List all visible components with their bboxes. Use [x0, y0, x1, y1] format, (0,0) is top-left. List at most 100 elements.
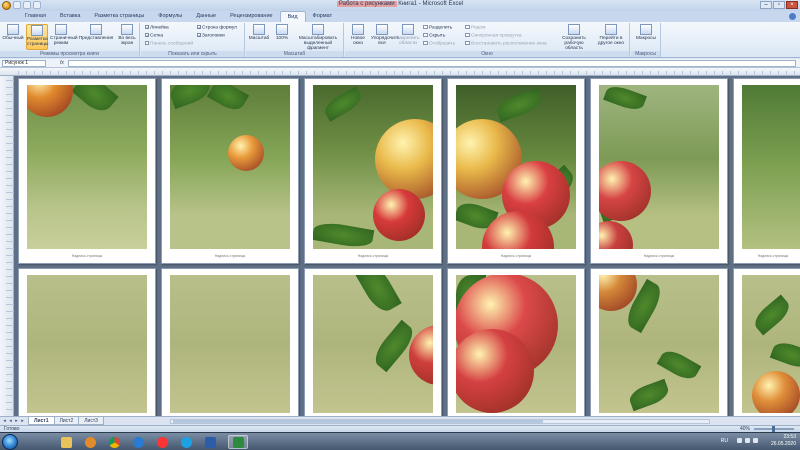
tab-data[interactable]: Данные — [189, 11, 223, 22]
window-title: Работа с рисунками Книга1 - Microsoft Ex… — [0, 1, 800, 7]
zoom-selection-icon — [312, 24, 324, 35]
taskbar-skype[interactable] — [176, 435, 196, 449]
page-layout-view-button[interactable]: Разметка страницы — [26, 24, 48, 50]
sheet-tab-2[interactable]: Лист2 — [53, 417, 80, 425]
save-workspace-button[interactable]: Сохранить рабочую область — [557, 24, 591, 51]
headings-checkbox[interactable]: ✓Заголовки — [197, 33, 225, 38]
taskbar-media-player[interactable] — [80, 435, 100, 449]
photo-fragment[interactable] — [742, 275, 800, 413]
name-box[interactable]: Рисунок 1 — [2, 60, 46, 67]
normal-view-button[interactable]: Обычный — [2, 24, 24, 50]
sync-scroll-icon — [465, 33, 470, 37]
photo-fragment[interactable] — [27, 85, 147, 249]
ribbon: Обычный Разметка страницы Страничный реж… — [0, 22, 800, 58]
close-button[interactable]: × — [786, 1, 798, 9]
sheet-tab-1[interactable]: Лист1 — [28, 417, 55, 425]
taskbar-word[interactable] — [200, 435, 220, 449]
normal-view-icon — [7, 24, 19, 35]
zoom-button[interactable]: Масштаб — [248, 24, 270, 50]
unhide-icon — [423, 41, 428, 45]
photo-fragment[interactable] — [313, 85, 433, 249]
prev-sheet-icon[interactable]: ◂ — [8, 418, 13, 424]
flag-icon[interactable] — [753, 438, 758, 443]
tab-review[interactable]: Рецензирование — [223, 11, 279, 22]
freeze-panes-button[interactable]: Закрепить области — [395, 24, 421, 50]
tab-format[interactable]: Формат — [306, 11, 340, 22]
taskbar-chrome[interactable] — [104, 435, 124, 449]
arrange-all-button[interactable]: Упорядочить все — [371, 24, 400, 50]
printed-page: Надпись страницы — [590, 268, 728, 416]
ruler-checkbox[interactable]: ✓Линейка — [145, 25, 169, 30]
taskbar-edge[interactable] — [128, 435, 148, 449]
hide-button[interactable]: Скрыть — [423, 33, 445, 38]
photo-fragment[interactable] — [456, 85, 576, 249]
photo-fragment[interactable] — [599, 275, 719, 413]
group-show-hide: ✓Линейка ✓Сетка Панель сообщений ✓Строка… — [141, 23, 245, 57]
split-button[interactable]: Разделить — [423, 25, 452, 30]
page-label: Надпись страницы — [71, 254, 103, 258]
network-icon[interactable] — [737, 438, 742, 443]
custom-views-button[interactable]: Представления — [78, 24, 114, 50]
page-break-view-button[interactable]: Страничный режим — [50, 24, 78, 50]
next-sheet-icon[interactable]: ▸ — [14, 418, 19, 424]
tab-home[interactable]: Главная — [18, 11, 53, 22]
fruit-shape — [228, 135, 264, 171]
zoom-selection-button[interactable]: Масштабировать выделенный фрагмент — [294, 24, 342, 51]
taskbar-excel[interactable] — [228, 435, 248, 449]
photo-fragment[interactable] — [599, 85, 719, 249]
photo-fragment[interactable] — [313, 275, 433, 413]
side-by-side-button[interactable]: Рядом — [465, 25, 485, 30]
minimize-button[interactable]: – — [760, 1, 772, 9]
tab-insert[interactable]: Вставка — [53, 11, 87, 22]
last-sheet-icon[interactable]: ▸ — [20, 418, 25, 424]
clock-date: 26.05.2020 — [770, 441, 796, 447]
clock[interactable]: 23:53 26.05.2020 — [771, 434, 796, 448]
reset-position-button[interactable]: Восстановить расположение окна — [465, 41, 547, 46]
unhide-button[interactable]: Отобразить — [423, 41, 455, 46]
worksheet-area[interactable]: Надпись страницы Надпись страницы Надпись … — [0, 68, 800, 416]
first-sheet-icon[interactable]: ◂ — [2, 418, 7, 424]
tab-view[interactable]: Вид — [279, 11, 306, 22]
page-layout-label: Разметка страницы — [27, 37, 49, 47]
horizontal-scrollbar[interactable] — [170, 419, 710, 424]
sync-scroll-button[interactable]: Синхронная прокрутка — [465, 33, 522, 38]
zoom-slider[interactable] — [754, 426, 794, 432]
photo-fragment[interactable] — [27, 275, 147, 413]
language-indicator[interactable]: RU — [721, 438, 728, 444]
photo-fragment[interactable] — [170, 85, 290, 249]
new-window-button[interactable]: Новое окно — [347, 24, 369, 50]
function-icon[interactable]: fx — [60, 60, 64, 66]
printed-page: Надпись страницы — [447, 268, 585, 416]
volume-icon[interactable] — [745, 438, 750, 443]
scrollbar-thumb[interactable] — [173, 420, 543, 423]
message-bar-checkbox[interactable]: Панель сообщений — [145, 41, 193, 46]
macros-button[interactable]: Макросы — [635, 24, 657, 50]
grid-checkbox[interactable]: ✓Сетка — [145, 33, 163, 38]
taskbar-explorer[interactable] — [56, 435, 76, 449]
switch-windows-button[interactable]: Перейти в другое окно — [595, 24, 627, 50]
formula-input[interactable] — [68, 60, 796, 67]
photo-fragment[interactable] — [170, 275, 290, 413]
tab-formulas[interactable]: Формулы — [151, 11, 189, 22]
formula-bar-checkbox[interactable]: ✓Строка формул — [197, 25, 237, 30]
page-label: Надпись страницы — [214, 254, 246, 258]
sheet-tab-3[interactable]: Лист3 — [78, 417, 104, 425]
ribbon-tabs: Главная Вставка Разметка страницы Формул… — [0, 11, 800, 22]
tab-page-layout[interactable]: Разметка страницы — [87, 11, 151, 22]
leaf-shape — [354, 275, 402, 317]
photo-fragment[interactable] — [456, 275, 576, 413]
full-screen-button[interactable]: Во весь экран — [116, 24, 138, 50]
leaf-shape — [321, 86, 365, 122]
sheet-tab-bar: ◂ ◂ ▸ ▸ Лист1 Лист2 Лист3 — [0, 416, 800, 425]
macros-icon — [640, 24, 652, 35]
zoom-100-button[interactable]: 100% — [271, 24, 293, 50]
custom-views-label: Представления — [78, 36, 114, 41]
leaf-shape — [313, 219, 375, 249]
start-button[interactable] — [2, 434, 18, 450]
switch-windows-icon — [605, 24, 617, 35]
help-icon[interactable] — [789, 13, 796, 20]
photo-fragment[interactable] — [742, 85, 800, 249]
page-label: Надпись страницы — [757, 254, 789, 258]
taskbar-yandex[interactable] — [152, 435, 172, 449]
maximize-button[interactable]: ▫ — [773, 1, 785, 9]
